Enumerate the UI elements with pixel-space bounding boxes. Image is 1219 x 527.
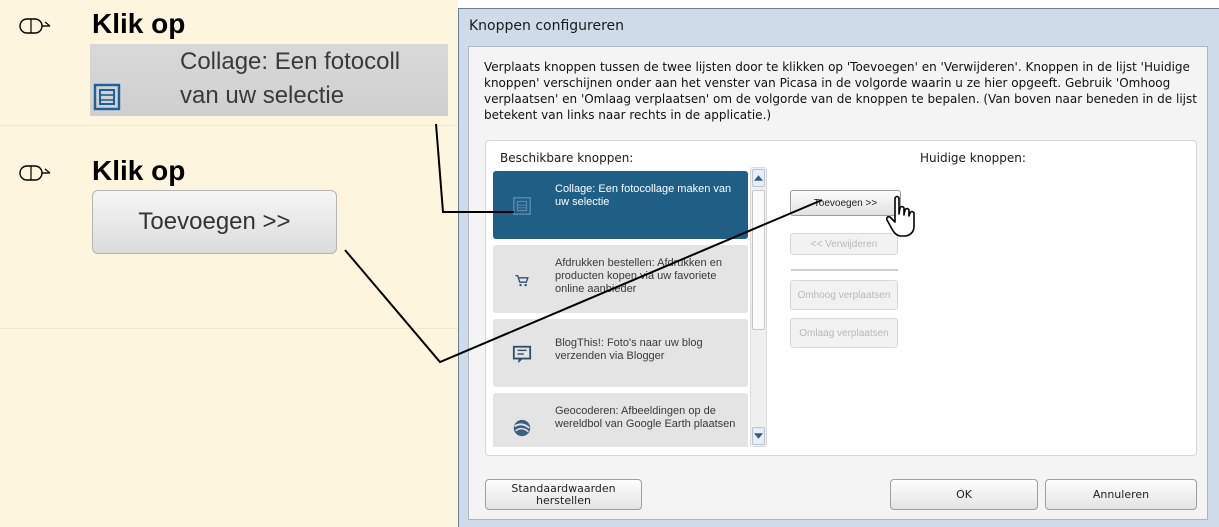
buttons-panel: Beschikbare knoppen: Huidige knoppen: Co… xyxy=(485,140,1197,456)
available-buttons-label: Beschikbare knoppen: xyxy=(500,151,634,165)
restore-defaults-button[interactable]: Standaardwaarden herstellen xyxy=(485,479,642,510)
divider xyxy=(791,269,898,271)
blog-icon xyxy=(511,343,533,365)
globe-icon xyxy=(511,417,533,439)
divider xyxy=(0,125,458,126)
scrollbar-thumb[interactable] xyxy=(752,190,765,330)
zoomed-collage-item: Collage: Een fotocoll van uw selectie xyxy=(90,44,448,116)
hand-cursor-icon xyxy=(885,194,919,238)
cart-icon xyxy=(511,269,533,291)
move-up-button[interactable]: Omhoog verplaatsen xyxy=(790,280,898,310)
step-title: Klik op xyxy=(92,155,186,186)
list-scrollbar[interactable] xyxy=(750,167,767,447)
list-item[interactable]: BlogThis!: Foto's naar uw blog verzenden… xyxy=(493,319,748,387)
tutorial-panel: Klik op Collage: Een fotocoll van uw sel… xyxy=(0,0,458,527)
current-buttons-label: Huidige knoppen: xyxy=(920,151,1026,165)
cancel-button[interactable]: Annuleren xyxy=(1045,479,1197,510)
zoomed-item-text: Collage: Een fotocoll xyxy=(180,48,401,75)
mouse-click-icon xyxy=(19,163,51,183)
dialog-description: Verplaats knoppen tussen de twee lijsten… xyxy=(484,60,1197,122)
dialog-body: Verplaats knoppen tussen de twee lijsten… xyxy=(468,46,1208,520)
list-item-text: Collage: Een fotocollage maken van uw se… xyxy=(555,183,732,208)
scroll-up-icon[interactable] xyxy=(752,169,765,187)
remove-button[interactable]: << Verwijderen xyxy=(790,233,898,255)
collage-icon xyxy=(92,82,122,112)
available-buttons-list[interactable]: Collage: Een fotocollage maken van uw se… xyxy=(493,171,748,447)
zoomed-add-button: Toevoegen >> xyxy=(92,190,337,254)
list-item-text: Geocoderen: Afbeeldingen op de wereldbol… xyxy=(555,405,736,430)
collage-icon xyxy=(511,195,533,217)
configure-buttons-dialog: Knoppen configureren Verplaats knoppen t… xyxy=(458,8,1219,527)
list-item[interactable]: Afdrukken bestellen: Afdrukken en produc… xyxy=(493,245,748,313)
ok-button[interactable]: OK xyxy=(890,479,1038,510)
scroll-down-icon[interactable] xyxy=(752,427,765,445)
step-title: Klik op xyxy=(92,8,186,39)
list-item-text: BlogThis!: Foto's naar uw blog verzenden… xyxy=(555,337,703,362)
divider xyxy=(0,328,458,329)
zoomed-item-text: van uw selectie xyxy=(180,82,345,109)
list-item-text: Afdrukken bestellen: Afdrukken en produc… xyxy=(555,257,722,295)
mouse-click-icon xyxy=(19,16,51,36)
list-item[interactable]: Collage: Een fotocollage maken van uw se… xyxy=(493,171,748,239)
move-down-button[interactable]: Omlaag verplaatsen xyxy=(790,318,898,348)
list-item[interactable]: Geocoderen: Afbeeldingen op de wereldbol… xyxy=(493,393,748,447)
dialog-title: Knoppen configureren xyxy=(469,18,625,34)
